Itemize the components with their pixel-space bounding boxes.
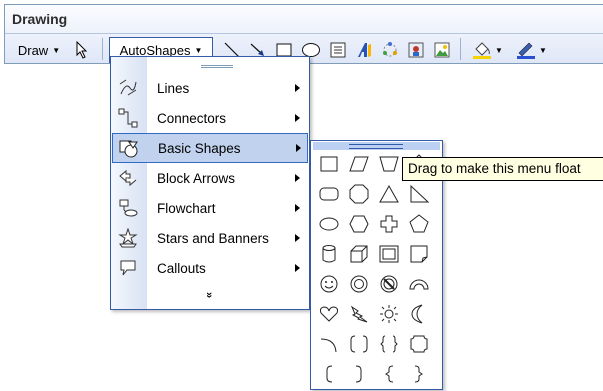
diagram-icon[interactable] (379, 37, 401, 63)
line-color-icon[interactable]: ▼ (511, 37, 551, 63)
menu-item-callouts[interactable]: Callouts (112, 253, 308, 283)
menu-item-lines[interactable]: Lines (112, 73, 308, 103)
plaque-shape-icon[interactable] (405, 331, 433, 357)
stars-banners-icon (118, 228, 138, 248)
menu-item-stars-and-banners[interactable]: Stars and Banners (112, 223, 308, 253)
select-objects-icon[interactable] (71, 37, 93, 63)
parallelogram-shape-icon[interactable] (345, 151, 373, 177)
submenu-arrow-icon (295, 114, 300, 122)
oval-shape-icon[interactable] (315, 211, 343, 237)
connectors-icon (118, 108, 138, 128)
block-arrows-icon (118, 168, 138, 188)
octagon-shape-icon[interactable] (345, 181, 373, 207)
menu-item-block-arrows[interactable]: Block Arrows (112, 163, 308, 193)
toolbar-divider (5, 33, 603, 34)
toolbar-separator (102, 38, 103, 60)
pentagon-shape-icon[interactable] (405, 211, 433, 237)
submenu-arrow-icon (295, 174, 300, 182)
right-brace-shape-icon[interactable] (405, 361, 433, 387)
submenu-arrow-icon (296, 144, 301, 152)
right-bracket-shape-icon[interactable] (345, 361, 373, 387)
dropdown-arrow-icon: ▼ (194, 46, 203, 55)
sun-shape-icon[interactable] (375, 301, 403, 327)
isosceles-triangle-shape-icon[interactable] (375, 181, 403, 207)
submenu-arrow-icon (295, 204, 300, 212)
menu-drag-handle[interactable] (201, 65, 233, 68)
drawing-toolbar: Drawing Draw ▼ AutoShapes ▼ ▼ ▼ (4, 4, 603, 64)
cube-shape-icon[interactable] (345, 241, 373, 267)
rectangle-shape-icon[interactable] (315, 151, 343, 177)
left-bracket-shape-icon[interactable] (315, 361, 343, 387)
picture-icon[interactable] (431, 37, 453, 63)
right-triangle-shape-icon[interactable] (405, 181, 433, 207)
submenu-arrow-icon (295, 84, 300, 92)
left-brace-shape-icon[interactable] (375, 361, 403, 387)
submenu-arrow-icon (295, 264, 300, 272)
draw-menu-label: Draw (17, 42, 49, 58)
menu-item-label: Lines (157, 80, 190, 96)
folded-corner-shape-icon[interactable] (405, 241, 433, 267)
heart-shape-icon[interactable] (315, 301, 343, 327)
clip-art-icon[interactable] (405, 37, 427, 63)
draw-menu-button[interactable]: Draw ▼ (11, 37, 67, 63)
smiley-face-shape-icon[interactable] (315, 271, 343, 297)
lines-icon (118, 78, 138, 98)
bevel-shape-icon[interactable] (375, 241, 403, 267)
double-bracket-shape-icon[interactable] (345, 331, 373, 357)
wordart-icon[interactable] (353, 37, 375, 63)
double-brace-shape-icon[interactable] (375, 331, 403, 357)
rounded-rectangle-shape-icon[interactable] (315, 181, 343, 207)
lightning-bolt-shape-icon[interactable] (345, 301, 373, 327)
text-box-icon[interactable] (327, 37, 349, 63)
dropdown-arrow-icon: ▼ (52, 45, 61, 55)
submenu-float-handle[interactable] (313, 142, 440, 150)
dropdown-arrow-icon: ▼ (495, 45, 503, 55)
callouts-icon (118, 258, 138, 278)
menu-item-label: Block Arrows (157, 170, 236, 186)
menu-item-label: Basic Shapes (158, 140, 241, 156)
menu-item-label: Flowchart (157, 200, 216, 216)
arc-shape-icon[interactable] (315, 331, 343, 357)
menu-item-label: Callouts (157, 260, 206, 276)
fill-color-icon[interactable]: ▼ (467, 37, 507, 63)
expand-menu-label: » (203, 291, 216, 299)
expand-menu-chevron-icon[interactable]: » (203, 289, 216, 301)
toolbar-title: Drawing (12, 11, 68, 27)
donut-shape-icon[interactable] (345, 271, 373, 297)
hexagon-shape-icon[interactable] (345, 211, 373, 237)
toolbar-separator (460, 38, 461, 60)
submenu-arrow-icon (295, 234, 300, 242)
dropdown-arrow-icon: ▼ (539, 45, 547, 55)
menu-item-basic-shapes[interactable]: Basic Shapes (112, 133, 308, 163)
can-shape-icon[interactable] (315, 241, 343, 267)
menu-item-label: Connectors (157, 110, 227, 126)
cross-shape-icon[interactable] (375, 211, 403, 237)
moon-shape-icon[interactable] (405, 301, 433, 327)
autoshapes-menu: Lines Connectors Basic Shapes Block Arro… (110, 56, 310, 310)
trapezoid-shape-icon[interactable] (375, 151, 403, 177)
menu-item-connectors[interactable]: Connectors (112, 103, 308, 133)
block-arc-shape-icon[interactable] (405, 271, 433, 297)
no-symbol-shape-icon[interactable] (375, 271, 403, 297)
menu-item-flowchart[interactable]: Flowchart (112, 193, 308, 223)
flowchart-icon (118, 198, 138, 218)
float-menu-tooltip: Drag to make this menu float (402, 157, 603, 181)
basic-shapes-icon (119, 139, 139, 159)
menu-item-label: Stars and Banners (157, 230, 269, 246)
